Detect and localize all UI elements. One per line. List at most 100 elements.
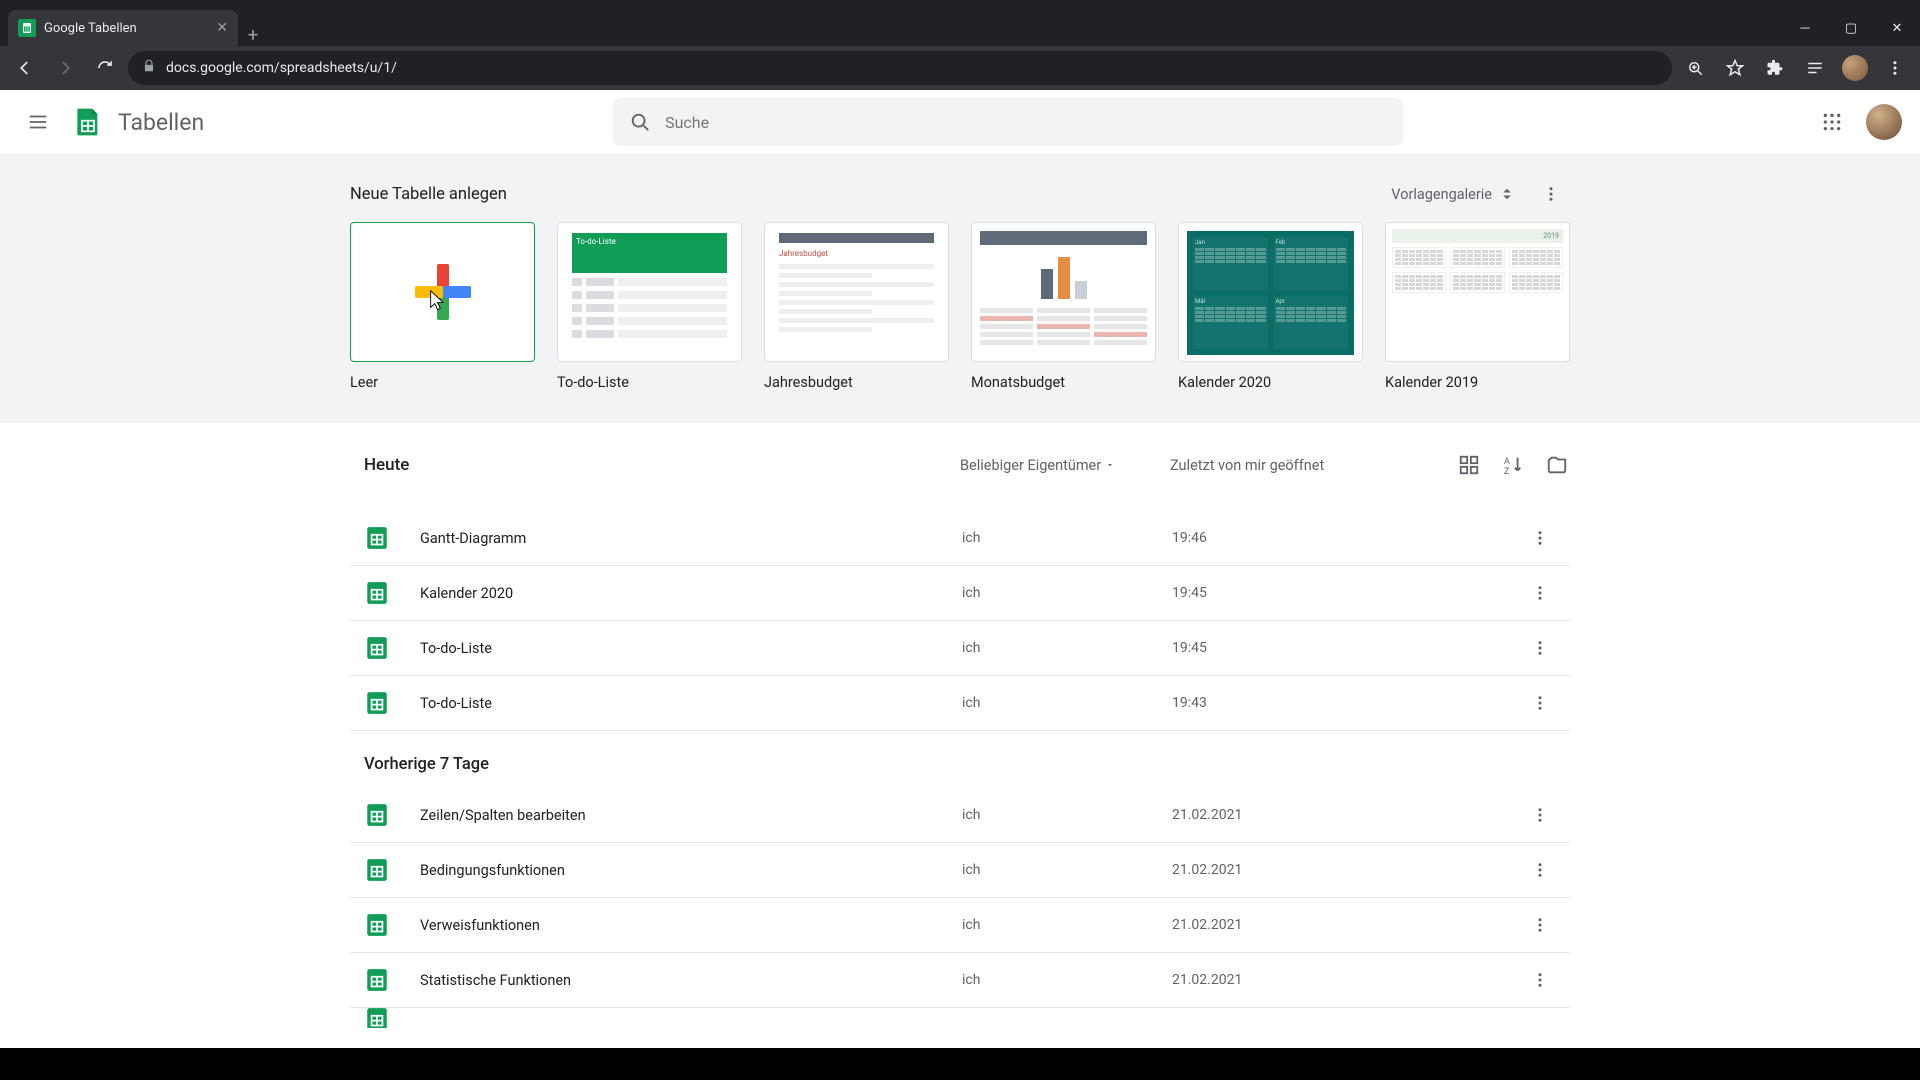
- new-tab-button[interactable]: +: [238, 25, 268, 46]
- browser-tab[interactable]: Google Tabellen ✕: [8, 10, 238, 46]
- template-gallery-button[interactable]: Vorlagengalerie: [1383, 177, 1524, 211]
- file-owner: ich: [962, 530, 1172, 546]
- sheets-file-icon: [364, 690, 390, 716]
- grid-view-button[interactable]: [1456, 452, 1482, 478]
- file-row[interactable]: Bedingungsfunktionen ich 21.02.2021: [350, 843, 1570, 898]
- forward-button[interactable]: [48, 51, 82, 85]
- gallery-title: Neue Tabelle anlegen: [350, 185, 507, 204]
- file-row[interactable]: To-do-Liste ich 19:43: [350, 676, 1570, 731]
- file-more-button[interactable]: [1520, 628, 1560, 668]
- close-window-button[interactable]: ✕: [1874, 10, 1920, 46]
- file-name: Bedingungsfunktionen: [420, 862, 962, 879]
- file-more-button[interactable]: [1520, 683, 1560, 723]
- search-icon: [629, 111, 651, 133]
- file-more-button[interactable]: [1520, 960, 1560, 1000]
- zoom-icon[interactable]: [1678, 51, 1712, 85]
- file-time: 21.02.2021: [1172, 862, 1422, 878]
- sheets-file-icon: [364, 912, 390, 938]
- reading-list-icon[interactable]: [1798, 51, 1832, 85]
- app-header: Tabellen: [0, 90, 1920, 154]
- minimize-button[interactable]: ─: [1782, 10, 1828, 46]
- profile-button[interactable]: [1838, 51, 1872, 85]
- file-time: 21.02.2021: [1172, 807, 1422, 823]
- chevron-down-icon: [1105, 460, 1115, 470]
- file-row[interactable]: Verweisfunktionen ich 21.02.2021: [350, 898, 1570, 953]
- file-name: Verweisfunktionen: [420, 917, 962, 934]
- address-bar: docs.google.com/spreadsheets/u/1/: [0, 46, 1920, 90]
- file-more-button[interactable]: [1520, 573, 1560, 613]
- file-owner: ich: [962, 807, 1172, 823]
- lock-icon: [142, 59, 156, 77]
- file-owner: ich: [962, 585, 1172, 601]
- template-blank[interactable]: Leer: [350, 222, 535, 391]
- template-label: Monatsbudget: [971, 374, 1156, 391]
- sheets-favicon-icon: [18, 19, 36, 37]
- sort-az-button[interactable]: AZ: [1500, 452, 1526, 478]
- file-more-button[interactable]: [1520, 518, 1560, 558]
- reload-button[interactable]: [88, 51, 122, 85]
- window-controls: ─ ▢ ✕: [1782, 10, 1920, 46]
- menu-button[interactable]: [18, 102, 58, 142]
- gallery-more-button[interactable]: [1532, 175, 1570, 213]
- open-picker-button[interactable]: [1544, 452, 1570, 478]
- tab-title: Google Tabellen: [44, 21, 137, 36]
- back-button[interactable]: [8, 51, 42, 85]
- bookmark-icon[interactable]: [1718, 51, 1752, 85]
- file-more-button[interactable]: [1520, 905, 1560, 945]
- sort-label: Zuletzt von mir geöffnet: [1170, 457, 1324, 474]
- file-time: 21.02.2021: [1172, 917, 1422, 933]
- template-todo[interactable]: To-do-Liste: [557, 222, 742, 391]
- svg-text:A: A: [1504, 457, 1510, 467]
- file-more-button[interactable]: [1520, 850, 1560, 890]
- file-name: Zeilen/Spalten bearbeiten: [420, 807, 962, 824]
- file-row[interactable]: Zeilen/Spalten bearbeiten ich 21.02.2021: [350, 788, 1570, 843]
- template-annual-budget[interactable]: Jahresbudget Jahresbudget: [764, 222, 949, 391]
- file-time: 21.02.2021: [1172, 972, 1422, 988]
- file-owner: ich: [962, 972, 1172, 988]
- url-text: docs.google.com/spreadsheets/u/1/: [166, 60, 397, 76]
- sheets-logo-icon: [68, 102, 108, 142]
- file-name: Statistische Funktionen: [420, 972, 962, 989]
- owner-filter[interactable]: Beliebiger Eigentümer: [960, 457, 1170, 474]
- maximize-button[interactable]: ▢: [1828, 10, 1874, 46]
- file-row[interactable]: Statistische Funktionen ich 21.02.2021: [350, 953, 1570, 1008]
- sheets-file-icon: [364, 1008, 390, 1028]
- apps-grid-button[interactable]: [1812, 102, 1852, 142]
- template-calendar-2019[interactable]: Kalender 2019: [1385, 222, 1570, 391]
- section-prev: Vorherige 7 Tage: [350, 731, 1570, 788]
- section-today: Heute: [350, 455, 960, 475]
- file-name: Gantt-Diagramm: [420, 530, 962, 547]
- extensions-icon[interactable]: [1758, 51, 1792, 85]
- close-tab-icon[interactable]: ✕: [216, 20, 228, 36]
- file-row-cut[interactable]: [350, 1008, 1570, 1028]
- file-owner: ich: [962, 640, 1172, 656]
- file-name: To-do-Liste: [420, 695, 962, 712]
- search-box[interactable]: [613, 98, 1403, 146]
- file-name: Kalender 2020: [420, 585, 962, 602]
- template-gallery: Neue Tabelle anlegen Vorlagengalerie: [0, 154, 1920, 423]
- file-row[interactable]: Kalender 2020 ich 19:45: [350, 566, 1570, 621]
- file-more-button[interactable]: [1520, 795, 1560, 835]
- file-owner: ich: [962, 862, 1172, 878]
- tab-bar: Google Tabellen ✕ + ─ ▢ ✕: [0, 0, 1920, 46]
- template-monthly-budget[interactable]: Monatsbudget: [971, 222, 1156, 391]
- file-list: Heute Beliebiger Eigentümer Zuletzt von …: [350, 423, 1570, 1028]
- svg-text:Z: Z: [1504, 467, 1510, 476]
- template-gallery-label: Vorlagengalerie: [1391, 186, 1492, 203]
- file-row[interactable]: Gantt-Diagramm ich 19:46: [350, 511, 1570, 566]
- chrome-menu-button[interactable]: [1878, 51, 1912, 85]
- file-owner: ich: [962, 917, 1172, 933]
- search-input[interactable]: [665, 113, 1387, 132]
- sheets-file-icon: [364, 967, 390, 993]
- sheets-file-icon: [364, 802, 390, 828]
- profile-avatar-icon: [1842, 55, 1868, 81]
- template-label: Kalender 2019: [1385, 374, 1570, 391]
- account-avatar[interactable]: [1866, 104, 1902, 140]
- file-name: To-do-Liste: [420, 640, 962, 657]
- url-box[interactable]: docs.google.com/spreadsheets/u/1/: [128, 51, 1672, 85]
- template-calendar-2020[interactable]: Jan Feb Mär Apr Kalender 2020: [1178, 222, 1363, 391]
- file-row[interactable]: To-do-Liste ich 19:45: [350, 621, 1570, 676]
- sort-button[interactable]: Zuletzt von mir geöffnet: [1170, 457, 1420, 474]
- app-title: Tabellen: [118, 109, 204, 136]
- sheets-file-icon: [364, 635, 390, 661]
